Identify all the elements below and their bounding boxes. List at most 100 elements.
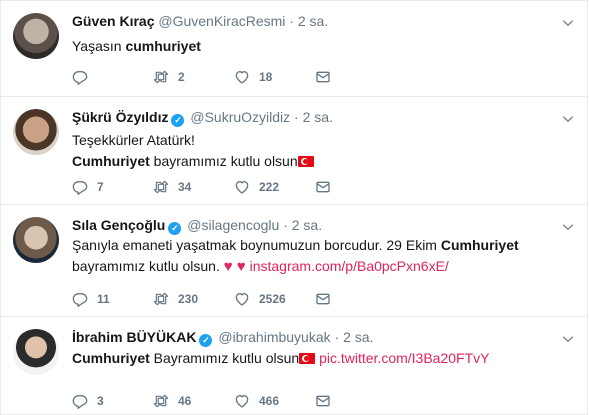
tweet-actions: 3 46 466 bbox=[72, 391, 372, 411]
retweet-icon bbox=[153, 69, 169, 85]
text-segment: Yaşasın bbox=[72, 38, 126, 54]
chevron-down-icon[interactable] bbox=[561, 112, 575, 126]
separator: · bbox=[294, 109, 299, 125]
retweet-count: 230 bbox=[178, 292, 199, 306]
separator: · bbox=[283, 217, 288, 233]
reply-icon bbox=[72, 393, 88, 409]
retweet-button[interactable]: 230 bbox=[153, 289, 198, 309]
retweet-button[interactable]: 2 bbox=[153, 67, 185, 87]
text-line: Teşekkürler Atatürk! bbox=[72, 132, 195, 148]
reply-button[interactable]: 11 bbox=[72, 289, 110, 309]
heart-icon bbox=[234, 393, 250, 409]
reply-button[interactable]: 7 bbox=[72, 177, 104, 197]
chevron-down-icon[interactable] bbox=[561, 332, 575, 346]
envelope-icon bbox=[315, 179, 331, 195]
envelope-icon bbox=[315, 393, 331, 409]
tweet-card[interactable]: İbrahim BÜYÜKAK ✓ @ibrahimbuyukak · 2 sa.… bbox=[0, 317, 588, 415]
retweet-count: 46 bbox=[178, 394, 192, 408]
text-segment: bayramımız kutlu olsun bbox=[149, 153, 298, 169]
tweet-header: Güven Kıraç @GuvenKiracResmi · 2 sa. bbox=[72, 12, 328, 30]
turkish-flag-icon bbox=[297, 156, 314, 167]
tweet-header: İbrahim BÜYÜKAK ✓ @ibrahimbuyukak · 2 sa. bbox=[72, 328, 373, 347]
envelope-icon bbox=[315, 69, 331, 85]
avatar[interactable] bbox=[13, 13, 59, 59]
tweet-header: Şükrü Özyıldız ✓ @SukruOzyildiz · 2 sa. bbox=[72, 108, 333, 127]
like-button[interactable]: 18 bbox=[234, 67, 272, 87]
hashtag-bold: Cumhuriyet bbox=[72, 153, 150, 169]
hashtag-bold: Cumhuriyet bbox=[72, 350, 150, 366]
chevron-down-icon[interactable] bbox=[561, 16, 575, 30]
author-handle[interactable]: @SukruOzyildiz bbox=[190, 109, 290, 125]
heart-icon bbox=[234, 291, 250, 307]
retweet-icon bbox=[153, 291, 169, 307]
reply-icon bbox=[72, 291, 88, 307]
tweet-feed: Güven Kıraç @GuvenKiracResmi · 2 sa. Yaş… bbox=[0, 0, 590, 415]
chevron-down-icon[interactable] bbox=[561, 220, 575, 234]
retweet-icon bbox=[153, 179, 169, 195]
tweet-actions: 7 34 222 bbox=[72, 177, 372, 197]
tweet-text: Cumhuriyet Bayramımız kutlu olsun pic.tw… bbox=[72, 348, 489, 369]
reply-button[interactable]: 3 bbox=[72, 391, 104, 411]
hashtag-bold: Cumhuriyet bbox=[440, 237, 519, 253]
like-button[interactable]: 2526 bbox=[234, 289, 286, 309]
tweet-time[interactable]: 2 sa. bbox=[292, 217, 322, 233]
hashtag-bold: cumhuriyet bbox=[125, 38, 201, 54]
pic-link[interactable]: pic.twitter.com/I3Ba20FTvY bbox=[319, 350, 489, 366]
reply-icon bbox=[72, 179, 88, 195]
like-button[interactable]: 466 bbox=[234, 391, 279, 411]
author-name[interactable]: Güven Kıraç bbox=[72, 13, 154, 29]
retweet-count: 2 bbox=[178, 70, 185, 84]
reply-count: 7 bbox=[97, 180, 104, 194]
text-segment: bayramımız kutlu olsun. bbox=[72, 258, 224, 274]
retweet-count: 34 bbox=[178, 180, 192, 194]
author-handle[interactable]: @ibrahimbuyukak bbox=[218, 329, 330, 345]
text-segment: Şanıyla emaneti yaşatmak boynumuzun borc… bbox=[72, 237, 441, 253]
tweet-header: Sıla Gençoğlu ✓ @silagencoglu · 2 sa. bbox=[72, 216, 322, 235]
like-count: 466 bbox=[259, 394, 280, 408]
reply-button[interactable] bbox=[72, 67, 97, 87]
avatar[interactable] bbox=[13, 109, 59, 155]
tweet-time[interactable]: 2 sa. bbox=[303, 109, 333, 125]
verified-badge-icon: ✓ bbox=[168, 222, 182, 235]
author-name[interactable]: İbrahim BÜYÜKAK bbox=[72, 329, 196, 345]
envelope-icon bbox=[315, 291, 331, 307]
tweet-card[interactable]: Şükrü Özyıldız ✓ @SukruOzyildiz · 2 sa. T… bbox=[0, 97, 588, 205]
reply-count: 11 bbox=[97, 292, 110, 306]
direct-message-button[interactable] bbox=[315, 289, 331, 309]
like-count: 18 bbox=[259, 70, 273, 84]
author-name[interactable]: Sıla Gençoğlu bbox=[72, 217, 165, 233]
red-heart-emoji-icon: ♥ ♥ bbox=[223, 258, 246, 275]
direct-message-button[interactable] bbox=[315, 67, 331, 87]
author-name[interactable]: Şükrü Özyıldız bbox=[72, 109, 168, 125]
tweet-actions: 2 18 bbox=[72, 67, 372, 87]
tweet-time[interactable]: 2 sa. bbox=[298, 13, 328, 29]
reply-count: 3 bbox=[97, 394, 104, 408]
tweet-text: Yaşasın cumhuriyet bbox=[72, 36, 201, 57]
tweet-card[interactable]: Sıla Gençoğlu ✓ @silagencoglu · 2 sa. Şan… bbox=[0, 205, 588, 317]
verified-badge-icon: ✓ bbox=[171, 114, 185, 127]
author-handle[interactable]: @silagencoglu bbox=[187, 217, 279, 233]
reply-icon bbox=[72, 69, 88, 85]
avatar[interactable] bbox=[13, 329, 59, 375]
instagram-link[interactable]: instagram.com/p/Ba0pcPxn6xE/ bbox=[250, 258, 449, 274]
turkish-flag-icon bbox=[299, 353, 316, 364]
author-handle[interactable]: @GuvenKiracResmi bbox=[158, 13, 285, 29]
direct-message-button[interactable] bbox=[315, 391, 331, 411]
separator: · bbox=[334, 329, 340, 345]
retweet-button[interactable]: 34 bbox=[153, 177, 191, 197]
heart-icon bbox=[234, 69, 250, 85]
tweet-card[interactable]: Güven Kıraç @GuvenKiracResmi · 2 sa. Yaş… bbox=[0, 0, 588, 97]
retweet-button[interactable]: 46 bbox=[153, 391, 191, 411]
like-count: 2526 bbox=[259, 292, 286, 306]
verified-badge-icon: ✓ bbox=[199, 334, 213, 347]
separator: · bbox=[289, 13, 294, 29]
tweet-time[interactable]: 2 sa. bbox=[343, 329, 373, 345]
tweet-text: Teşekkürler Atatürk! Cumhuriyet bayramım… bbox=[72, 130, 314, 172]
like-button[interactable]: 222 bbox=[234, 177, 279, 197]
like-count: 222 bbox=[259, 180, 280, 194]
avatar[interactable] bbox=[13, 217, 59, 263]
tweet-text: Şanıyla emaneti yaşatmak boynumuzun borc… bbox=[72, 235, 532, 277]
direct-message-button[interactable] bbox=[315, 177, 331, 197]
text-segment: Bayramımız kutlu olsun bbox=[149, 350, 300, 366]
tweet-actions: 11 230 2526 bbox=[72, 289, 372, 309]
